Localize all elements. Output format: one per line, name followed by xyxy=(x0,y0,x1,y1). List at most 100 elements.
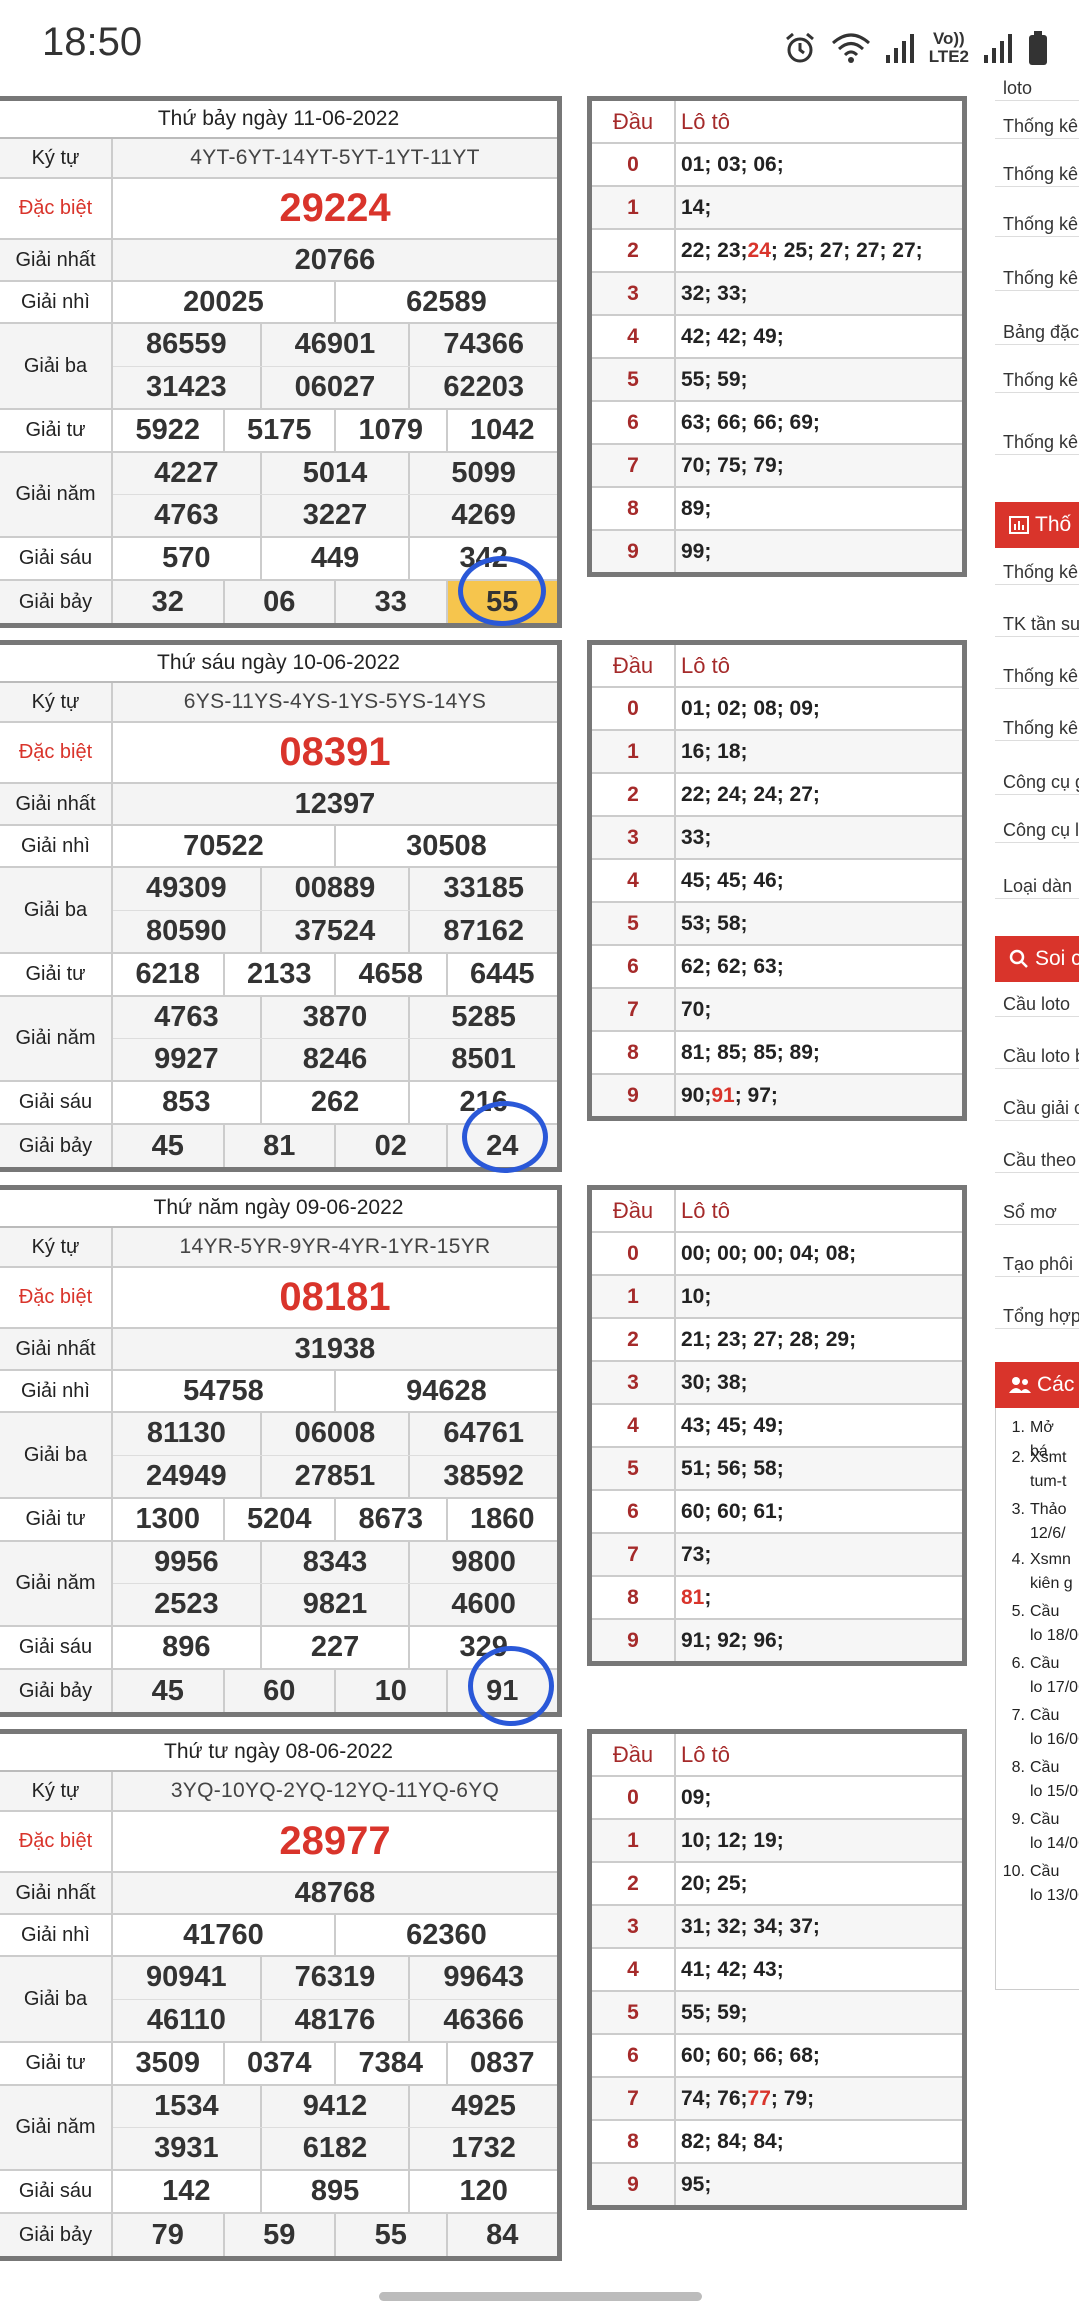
loto-highlight: 81 xyxy=(681,1585,705,1609)
sidebar-link[interactable]: Thống kê xyxy=(995,266,1079,291)
sixth-prize-row-value: 262 xyxy=(259,1082,409,1123)
sidebar-link[interactable]: Công cụ g xyxy=(995,770,1079,795)
sidebar-list-item[interactable]: 2. Xsmt tum-t xyxy=(995,1446,1079,1494)
kytu-row: Ký tự 14YR-5YR-9YR-4YR-1YR-15YR xyxy=(0,1228,557,1268)
sidebar-link[interactable]: Tổng hợp xyxy=(995,1304,1079,1329)
third-prize-row-line: 90941 76319 99643 xyxy=(113,1957,557,1999)
loto-table: Đầu Lô tô 0 01; 02; 08; 09; 1 16; 18; 2 22; 24;… xyxy=(587,640,967,1121)
sidebar-list-item[interactable]: 7. Cầu lo 16/06 xyxy=(995,1704,1079,1752)
third-prize-row-label: Giải ba xyxy=(0,1413,113,1497)
third-prize-row: Giải ba 90941 76319 99643 46110 48176 46366 xyxy=(0,1957,557,2043)
kytu-row-value: 3YQ-10YQ-2YQ-12YQ-11YQ-6YQ xyxy=(170,1779,500,1802)
sidebar-link[interactable]: Cầu loto b xyxy=(995,1044,1079,1069)
second-prize-row-line: 70522 30508 xyxy=(113,826,557,866)
list-number: 3. xyxy=(1011,1501,1025,1518)
loto-head-digit: 5 xyxy=(592,1992,676,2033)
seventh-prize-row-value: 33 xyxy=(334,581,446,623)
loto-values: 41; 42; 43; xyxy=(676,1949,962,1990)
list-number: 1. xyxy=(1011,1419,1025,1436)
sidebar-link[interactable]: Loại dàn xyxy=(995,874,1079,899)
sidebar-link[interactable]: Cầu loto xyxy=(995,992,1079,1017)
list-text-line2: kiên g xyxy=(1030,1575,1073,1592)
loto-row: 1 14; xyxy=(592,187,962,230)
third-prize-row-value: 87162 xyxy=(408,910,557,952)
sidebar-link[interactable]: Công cụ l VIP xyxy=(995,818,1079,843)
special-prize-row-line: 08181 xyxy=(113,1268,557,1327)
sidebar-list-item[interactable]: 3. Thảo 12/6/ xyxy=(995,1498,1079,1546)
fifth-prize-row-value: 4269 xyxy=(408,495,557,536)
fifth-prize-row-line: 9927 8246 8501 xyxy=(113,1038,557,1080)
fourth-prize-row-value: 7384 xyxy=(334,2043,446,2084)
second-prize-row-value: 94628 xyxy=(334,1371,557,1411)
loto-row: 4 45; 45; 46; xyxy=(592,860,962,903)
second-prize-row-value: 62360 xyxy=(334,1915,557,1955)
loto-head-digit: 6 xyxy=(592,1491,676,1532)
nav-handle[interactable] xyxy=(379,2292,702,2301)
sidebar-link[interactable]: Thống kê xyxy=(995,430,1079,455)
loto-values: 82; 84; 84; xyxy=(676,2121,962,2162)
loto-values: 63; 66; 66; 69; xyxy=(676,402,962,443)
loto-values: 55; 59; xyxy=(676,359,962,400)
list-text-line2: tum-t xyxy=(1030,1473,1067,1490)
sidebar-link[interactable]: Thống kê xyxy=(995,664,1079,689)
wifi-icon xyxy=(831,33,870,63)
second-prize-row-label: Giải nhì xyxy=(0,826,113,866)
loto-text: 10; 12; 19; xyxy=(681,1828,784,1852)
sidebar-link[interactable]: Tạo phôi xyxy=(995,1252,1079,1277)
loto-text: 62; 62; 63; xyxy=(681,954,784,978)
sidebar-link[interactable]: Thống kê xyxy=(995,114,1079,139)
loto-values: 90; 91; 97; xyxy=(676,1075,962,1116)
sidebar-link[interactable]: Thống kê xyxy=(995,716,1079,741)
loto-header-loto: Lô tô xyxy=(681,652,730,678)
third-prize-row: Giải ba 49309 00889 33185 80590 37524 87162 xyxy=(0,868,557,954)
loto-values: 22; 23; 24; 25; 27; 27; 27; xyxy=(676,230,962,271)
sidebar-section-header: Thố xyxy=(995,502,1079,548)
sidebar-link[interactable]: Thống kê theo Đặc xyxy=(995,368,1079,393)
sidebar-list-item[interactable]: 6. Cầu lo 17/06 xyxy=(995,1652,1079,1700)
sidebar-list-item[interactable]: 8. Cầu lo 15/06 xyxy=(995,1756,1079,1804)
loto-head-digit: 9 xyxy=(592,531,676,572)
sidebar-link[interactable]: Thống kê loto xyxy=(995,162,1079,187)
loto-text: 21; 23; 27; 28; 29; xyxy=(681,1327,857,1351)
sidebar-link[interactable]: Cầu theo xyxy=(995,1148,1079,1173)
loto-text: 60; 60; 61; xyxy=(681,1499,784,1523)
sidebar-list-item[interactable]: 10. Cầu lo 13/06 xyxy=(995,1860,1079,1908)
sixth-prize-row-value: 895 xyxy=(259,2171,409,2212)
sidebar-list-item[interactable]: 9. Cầu lo 14/06 xyxy=(995,1808,1079,1856)
sidebar-link[interactable]: Thống kê xyxy=(995,560,1079,585)
loto-values: 95; xyxy=(676,2164,962,2205)
loto-row: 6 62; 62; 63; xyxy=(592,946,962,989)
loto-values: 21; 23; 27; 28; 29; xyxy=(676,1319,962,1360)
loto-text: 70; xyxy=(681,997,712,1021)
sidebar-link[interactable]: Cầu giải c xyxy=(995,1096,1079,1121)
sidebar-link[interactable]: loto xyxy=(995,76,1079,101)
loto-row: 0 09; xyxy=(592,1777,962,1820)
fourth-prize-row-line: 1300 5204 8673 1860 xyxy=(113,1499,557,1540)
fourth-prize-row-value: 4658 xyxy=(334,954,446,995)
loto-values: 62; 62; 63; xyxy=(676,946,962,987)
loto-values: 91; 92; 96; xyxy=(676,1620,962,1661)
loto-head-digit: 9 xyxy=(592,1620,676,1661)
special-prize-row-line: 28977 xyxy=(113,1812,557,1871)
sidebar-link[interactable]: Bảng đặc xyxy=(995,320,1079,345)
loto-row: 6 60; 60; 66; 68; xyxy=(592,2035,962,2078)
seventh-prize-row-value: 06 xyxy=(222,581,335,623)
sidebar-link[interactable]: TK tần su xyxy=(995,612,1079,637)
fifth-prize-row-value: 9821 xyxy=(259,1584,409,1625)
second-prize-row-label: Giải nhì xyxy=(0,1915,113,1955)
sidebar-list-item[interactable]: 4. Xsmn kiên g xyxy=(995,1548,1079,1596)
sidebar-link[interactable]: Thống kê xyxy=(995,212,1079,237)
seventh-prize-row-value: 02 xyxy=(334,1125,446,1167)
fourth-prize-row-value: 5922 xyxy=(135,414,200,446)
seventh-prize-row-line: 79 59 55 84 xyxy=(113,2214,557,2256)
kytu-row-cells: 14YR-5YR-9YR-4YR-1YR-15YR xyxy=(113,1228,557,1266)
list-number: 2. xyxy=(1011,1449,1025,1466)
loto-highlight: 24 xyxy=(747,238,771,262)
sidebar-link[interactable]: Sổ mơ xyxy=(995,1200,1079,1225)
fifth-prize-row-value: 4925 xyxy=(408,2086,557,2127)
sidebar-list-item[interactable]: 5. Cầu lo 18/06 xyxy=(995,1600,1079,1648)
special-prize-row-value: 28977 xyxy=(279,1819,391,1863)
loto-header: Đầu Lô tô xyxy=(592,1190,962,1233)
third-prize-row-value: 46901 xyxy=(259,324,409,366)
loto-head-digit: 2 xyxy=(592,1863,676,1904)
